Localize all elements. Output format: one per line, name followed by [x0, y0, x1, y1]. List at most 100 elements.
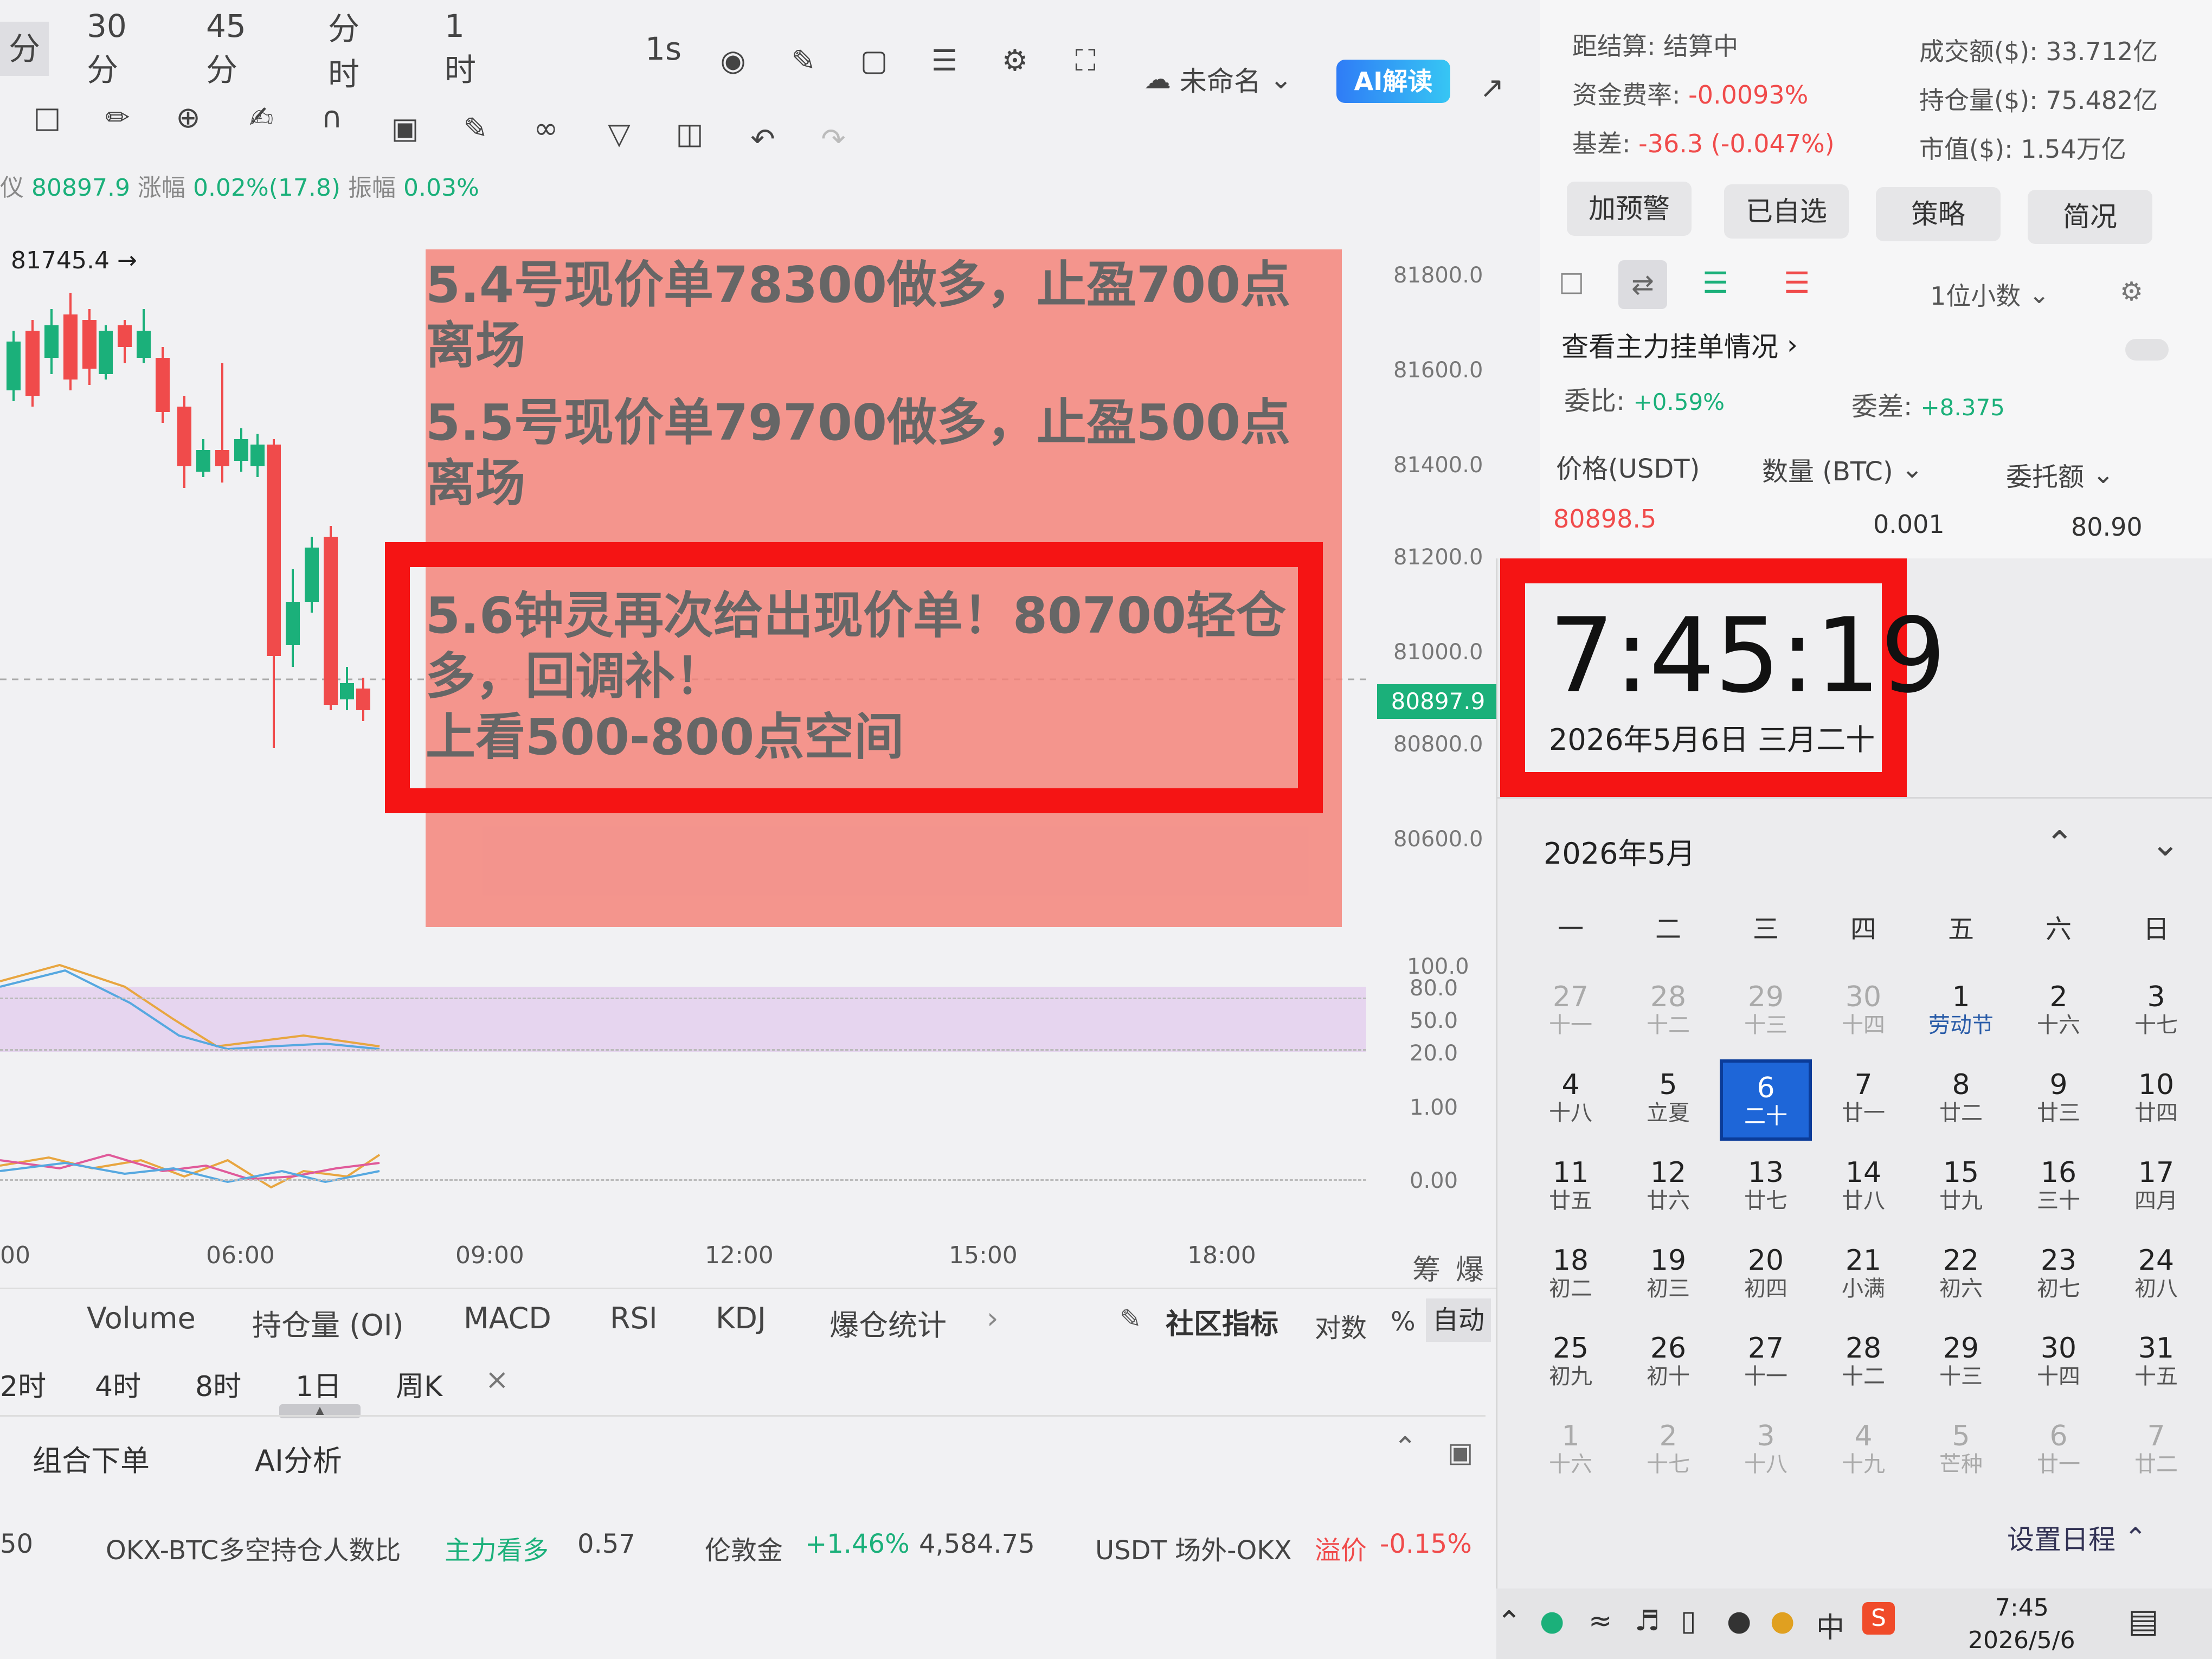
tf-min[interactable]: 分: [0, 22, 49, 76]
tf-1s[interactable]: 1s: [645, 30, 681, 67]
calendar-day[interactable]: 20 初四: [1720, 1245, 1812, 1301]
calendar-day[interactable]: 4 十八: [1525, 1069, 1617, 1126]
prev-month-icon[interactable]: ⌃: [2045, 824, 2074, 864]
calendar-day[interactable]: 3 十七: [2110, 981, 2202, 1038]
asks-only-icon[interactable]: ☰: [1784, 266, 1810, 300]
filter-icon[interactable]: ▽: [602, 117, 636, 151]
calendar-day[interactable]: 15 廿九: [1915, 1157, 2007, 1213]
undo-icon[interactable]: ↶: [745, 122, 780, 157]
taskbar-date[interactable]: 2026/5/6: [1968, 1626, 2075, 1654]
zoom-in-icon[interactable]: ⊕: [171, 100, 205, 135]
next-month-icon[interactable]: ⌄: [2151, 824, 2180, 864]
calendar-day[interactable]: 14 廿八: [1817, 1157, 1909, 1213]
pencil-icon[interactable]: ✎: [786, 43, 821, 78]
calendar-day[interactable]: 16 三十: [2012, 1157, 2105, 1213]
calendar-day[interactable]: 26 初十: [1622, 1333, 1714, 1389]
volume-icon[interactable]: ♬: [1635, 1605, 1660, 1637]
redo-icon[interactable]: ↷: [816, 122, 851, 157]
popout-icon[interactable]: □: [1559, 266, 1584, 297]
calendar-day-outside[interactable]: 28 十二: [1622, 981, 1714, 1038]
calendar-day[interactable]: 1 劳动节: [1915, 981, 2007, 1038]
ticker-item2-name[interactable]: 伦敦金: [705, 1529, 783, 1567]
brush-icon[interactable]: ✍: [244, 100, 279, 135]
calendar-day[interactable]: 28 十二: [1817, 1333, 1909, 1389]
calendar-day[interactable]: 5 立夏: [1622, 1069, 1714, 1126]
fullscreen-icon[interactable]: ⛶: [1068, 43, 1103, 78]
log-scale-toggle[interactable]: 对数: [1315, 1307, 1367, 1345]
chevron-up-icon[interactable]: ⌃: [1393, 1431, 1417, 1464]
calendar-day[interactable]: 23 初七: [2012, 1245, 2105, 1301]
tf-intraday[interactable]: 分时: [328, 3, 359, 94]
overview-button[interactable]: 简况: [2028, 190, 2152, 244]
liquidation-tag[interactable]: 爆: [1456, 1247, 1484, 1288]
tab-ai-analysis[interactable]: AI分析: [255, 1437, 342, 1480]
chip-tag[interactable]: 筹: [1412, 1247, 1441, 1288]
lock-icon[interactable]: ▣: [388, 111, 422, 146]
trash-icon[interactable]: ◫: [672, 117, 707, 151]
settings-icon[interactable]: ⚙: [2120, 276, 2143, 307]
ind-tab-macd[interactable]: MACD: [464, 1301, 551, 1335]
add-alert-button[interactable]: 加预警: [1567, 182, 1692, 236]
calendar-day[interactable]: 27 十一: [1720, 1333, 1812, 1389]
auto-scale-toggle[interactable]: 自动: [1426, 1298, 1491, 1342]
link-icon[interactable]: ∞: [529, 111, 563, 146]
magnet-icon[interactable]: ∩: [314, 100, 349, 135]
decimals-select[interactable]: 1位小数 ⌄: [1930, 276, 2049, 312]
calendar-day[interactable]: 21 小满: [1817, 1245, 1909, 1301]
wifi-icon[interactable]: ≈: [1589, 1605, 1612, 1637]
app-tray-icon[interactable]: ●: [1540, 1605, 1564, 1637]
set-schedule-link[interactable]: 设置日程 ⌃: [2007, 1518, 2147, 1557]
tab-combined-order[interactable]: 组合下单: [33, 1437, 150, 1480]
add-window-icon[interactable]: ▢: [857, 43, 891, 78]
sogou-icon[interactable]: S: [1862, 1602, 1895, 1635]
calendar-month[interactable]: 2026年5月: [1544, 829, 1695, 872]
calendar-day-outside[interactable]: 4 十九: [1817, 1420, 1909, 1477]
calendar-day[interactable]: 9 廿三: [2012, 1069, 2105, 1126]
ind-tab-rsi[interactable]: RSI: [610, 1301, 658, 1335]
calendar-day[interactable]: 25 初九: [1525, 1333, 1617, 1389]
calendar-day-selected[interactable]: 6 二十: [1720, 1059, 1812, 1141]
calendar-day[interactable]: 24 初八: [2110, 1245, 2202, 1301]
list-icon[interactable]: ☰: [927, 43, 962, 78]
calendar-day-outside[interactable]: 1 十六: [1525, 1420, 1617, 1477]
community-indicator-button[interactable]: 社区指标: [1166, 1301, 1278, 1342]
strategy-button[interactable]: 策略: [1876, 187, 2001, 241]
calendar-day[interactable]: 8 廿二: [1915, 1069, 2007, 1126]
show-hidden-icons[interactable]: ⌃: [1496, 1605, 1522, 1640]
close-period-button[interactable]: ×: [485, 1364, 509, 1396]
tf-45m[interactable]: 45分: [206, 8, 246, 90]
app-tray-icon[interactable]: ●: [1770, 1605, 1795, 1637]
calendar-day[interactable]: 10 廿四: [2110, 1069, 2202, 1126]
bids-only-icon[interactable]: ☰: [1702, 266, 1728, 300]
settings-icon[interactable]: ⚙: [998, 43, 1032, 78]
calendar-day[interactable]: 19 初三: [1622, 1245, 1714, 1301]
calendar-day-outside[interactable]: 30 十四: [1817, 981, 1909, 1038]
ind-tab-volume[interactable]: Volume: [87, 1301, 196, 1335]
cursor-icon[interactable]: □: [30, 100, 65, 135]
calendar-day[interactable]: 2 十六: [2012, 981, 2105, 1038]
microphone-icon[interactable]: ●: [1727, 1605, 1751, 1637]
ai-interpret-button[interactable]: AI解读: [1336, 60, 1450, 103]
calendar-day[interactable]: 29 十三: [1915, 1333, 2007, 1389]
ind-tab-liquidation[interactable]: 爆仓统计: [829, 1301, 947, 1344]
period-2h[interactable]: 2时: [0, 1364, 46, 1404]
ticker-item3-name[interactable]: USDT 场外-OKX: [1095, 1529, 1292, 1567]
period-1d[interactable]: 1日: [295, 1364, 342, 1404]
calendar-day-outside[interactable]: 6 廿一: [2012, 1420, 2105, 1477]
main-orders-link[interactable]: 查看主力挂单情况 ›: [1561, 325, 1798, 364]
ask-price[interactable]: 80898.5: [1553, 504, 1656, 533]
chart-name-select[interactable]: ☁ 未命名 ⌄: [1144, 60, 1293, 99]
notification-icon[interactable]: ▤: [2128, 1602, 2159, 1640]
percent-scale-toggle[interactable]: %: [1391, 1307, 1416, 1337]
battery-icon[interactable]: ▯: [1681, 1605, 1696, 1637]
clock-date[interactable]: 2026年5月6日 三月二十: [1549, 716, 1875, 758]
ticker-item1-name[interactable]: OKX-BTC多空持仓人数比: [106, 1529, 401, 1567]
toggle-switch[interactable]: [2125, 339, 2169, 361]
calendar-day-outside[interactable]: 7 廿二: [2110, 1420, 2202, 1477]
calendar-day[interactable]: 12 廿六: [1622, 1157, 1714, 1213]
period-8h[interactable]: 8时: [195, 1364, 241, 1404]
tf-1h[interactable]: 1时: [445, 8, 476, 90]
ind-tab-kdj[interactable]: KDJ: [716, 1301, 766, 1335]
calendar-day-outside[interactable]: 5 芒种: [1915, 1420, 2007, 1477]
calendar-day[interactable]: 18 初二: [1525, 1245, 1617, 1301]
